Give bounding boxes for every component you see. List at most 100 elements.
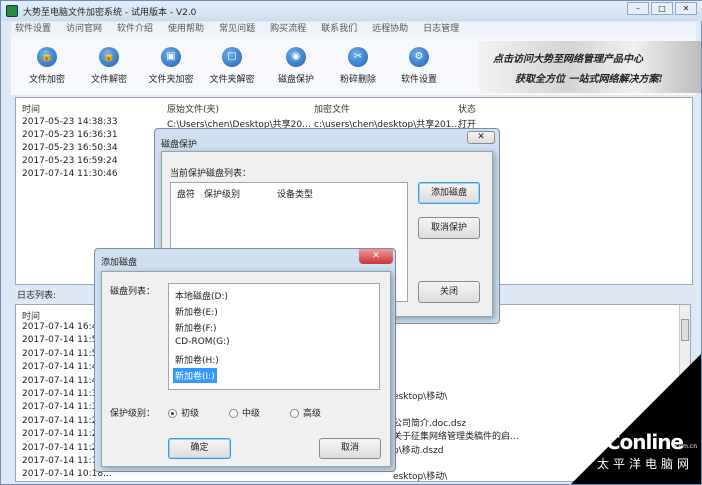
disk-shield-icon: ◉ <box>286 47 306 67</box>
banner-line2: 获取全方位 一站式网络解决方案! <box>515 74 663 85</box>
menu-contact[interactable]: 联系我们 <box>317 22 357 37</box>
window-title: 大势至电脑文件加密系统 - 试用版本 - V2.0 <box>23 8 197 18</box>
toolbar-folder-encrypt[interactable]: ▣ 文件夹加密 <box>141 43 201 85</box>
label: 文件夹解密 <box>209 75 255 85</box>
folder-lock-icon: ▣ <box>161 47 181 67</box>
disk-item[interactable]: CD-ROM(G:) <box>173 336 232 348</box>
menu-remote[interactable]: 远程协助 <box>368 22 408 37</box>
radio-advanced[interactable]: 高级 <box>290 406 321 419</box>
label: 文件加密 <box>28 75 65 85</box>
menu-help[interactable]: 使用帮助 <box>164 22 204 37</box>
minimize-button[interactable]: – <box>627 2 649 15</box>
close-button[interactable]: ✕ <box>675 2 697 15</box>
header-time[interactable]: 时间 <box>22 102 40 115</box>
log-file: p\移动.dszd <box>393 445 444 456</box>
label: 磁盘保护 <box>277 75 314 85</box>
log-file: esktop\移动\ <box>393 392 448 402</box>
toolbar-disk-protect[interactable]: ◉ 磁盘保护 <box>266 43 326 85</box>
table-row[interactable]: 2017-05-23 16:59:24 <box>22 156 118 166</box>
watermark-brand: PConline <box>592 430 684 454</box>
promo-banner[interactable]: 点击访问大势至网络管理产品中心 获取全方位 一站式网络解决方案! <box>479 41 701 93</box>
watermark-cn: 太平洋电脑网 <box>596 457 693 471</box>
label: 中级 <box>242 409 261 419</box>
label: 文件解密 <box>90 75 127 85</box>
log-header-time[interactable]: 时间 <box>22 309 40 322</box>
log-time: 2017-07-14 11:47 <box>22 375 104 386</box>
level-label: 保护级别： <box>110 409 156 419</box>
log-time: 2017-07-14 11:51 <box>22 335 104 346</box>
cell: 2017-05-23 14:38:33 <box>22 117 118 127</box>
radio-medium[interactable]: 中级 <box>229 406 260 419</box>
toolbar-file-encrypt[interactable]: 🔒 文件加密 <box>17 43 77 85</box>
radio-icon <box>168 409 177 418</box>
menu-faq[interactable]: 常见问题 <box>215 22 255 37</box>
title-bar: 大势至电脑文件加密系统 - 试用版本 - V2.0 – □ ✕ <box>1 1 702 21</box>
label: 初级 <box>181 409 200 419</box>
radio-icon <box>229 409 238 418</box>
table-row[interactable]: 2017-05-23 16:36:31 <box>22 130 118 140</box>
toolbar-file-decrypt[interactable]: 🔓 文件解密 <box>79 43 139 85</box>
add-disk-button[interactable]: 添加磁盘 <box>418 182 480 204</box>
log-file: 关于征集网络管理类稿件的启... <box>393 432 519 443</box>
watermark-domain: .com.cn <box>673 443 697 450</box>
log-time: 2017-07-14 16:47 <box>22 322 104 332</box>
shred-icon: ✂ <box>348 47 368 67</box>
menu-log[interactable]: 日志管理 <box>419 22 459 37</box>
toolbar-settings[interactable]: ⚙ 软件设置 <box>389 43 449 85</box>
disk-item[interactable]: 新加卷(F:) <box>173 320 219 335</box>
menu-visit-site[interactable]: 访问官网 <box>62 22 102 37</box>
disk-item[interactable]: 新加卷(E:) <box>173 304 220 319</box>
main-window: 大势至电脑文件加密系统 - 试用版本 - V2.0 – □ ✕ 软件设置 访问官网… <box>0 0 702 485</box>
menu-purchase[interactable]: 购买流程 <box>266 22 306 37</box>
app-icon <box>6 5 18 17</box>
log-time: 2017-07-14 11:50 <box>22 348 104 359</box>
disk-item[interactable]: 新加卷(I:) <box>173 368 217 383</box>
protected-list-label: 当前保护磁盘列表： <box>170 169 252 179</box>
disk-listbox[interactable]: 本地磁盘(D:) 新加卷(E:) 新加卷(F:) CD-ROM(G:) 新加卷(H:) 新… <box>168 283 380 390</box>
cancel-protect-button[interactable]: 取消保护 <box>418 217 480 239</box>
close-dialog-button[interactable]: 关闭 <box>418 281 480 303</box>
maximize-button[interactable]: □ <box>651 2 673 15</box>
gear-icon: ⚙ <box>409 47 429 67</box>
cancel-button[interactable]: 取消 <box>319 438 381 459</box>
add-disk-dialog: 添加磁盘 ✕ 磁盘列表： 本地磁盘(D:) 新加卷(E:) 新加卷(F:) CD-RO… <box>94 248 396 472</box>
toolbar-folder-decrypt[interactable]: ▢ 文件夹解密 <box>202 43 262 85</box>
file-lock-icon: 🔒 <box>37 47 57 67</box>
label: 高级 <box>303 409 322 419</box>
header-device-type[interactable]: 设备类型 <box>277 187 313 200</box>
log-time: 2017-07-14 11:30 <box>22 389 104 399</box>
log-time: 2017-07-14 11:26 <box>22 415 104 426</box>
header-status[interactable]: 状态 <box>458 102 476 115</box>
radio-basic[interactable]: 初级 <box>168 406 199 419</box>
label: 软件设置 <box>400 75 437 85</box>
log-label: 日志列表: <box>17 291 57 301</box>
header-level[interactable]: 保护级别 <box>204 187 240 200</box>
dialog-title: 磁盘保护 <box>161 140 198 150</box>
menu-intro[interactable]: 软件介绍 <box>113 22 153 37</box>
table-row[interactable]: 2017-07-14 11:30:46 <box>22 169 118 179</box>
label: 文件夹加密 <box>148 75 194 85</box>
label: 粉碎删除 <box>339 75 376 85</box>
log-time: 2017-07-14 11:30 <box>22 402 104 413</box>
header-encrypted[interactable]: 加密文件 <box>314 102 350 115</box>
disk-item[interactable]: 新加卷(H:) <box>173 352 221 367</box>
scroll-thumb[interactable] <box>681 319 689 341</box>
log-time: 2017-07-14 11:26 <box>22 429 104 440</box>
close-icon[interactable]: ✕ <box>359 249 393 264</box>
log-time: 2017-07-14 11:13 <box>22 456 104 466</box>
log-file: esktop\移动\ <box>393 472 448 483</box>
log-time: 2017-07-14 11:48 <box>22 362 104 373</box>
close-icon[interactable]: ✕ <box>467 131 495 144</box>
table-row[interactable]: 2017-05-23 16:50:34 <box>22 143 118 153</box>
header-drive[interactable]: 盘符 <box>177 187 195 200</box>
menu-software-settings[interactable]: 软件设置 <box>11 22 51 37</box>
folder-unlock-icon: ▢ <box>222 47 242 67</box>
dialog-title: 添加磁盘 <box>101 258 138 268</box>
header-original[interactable]: 原始文件(夹) <box>167 102 219 115</box>
ok-button[interactable]: 确定 <box>168 438 231 459</box>
log-file: 公司简介.doc.dsz <box>393 418 467 429</box>
menu-bar: 软件设置 访问官网 软件介绍 使用帮助 常见问题 购买流程 联系我们 远程协助 日志管理 <box>11 22 696 37</box>
disk-item[interactable]: 本地磁盘(D:) <box>173 288 230 303</box>
file-unlock-icon: 🔓 <box>99 47 119 67</box>
toolbar-shred-delete[interactable]: ✂ 粉碎删除 <box>328 43 388 85</box>
